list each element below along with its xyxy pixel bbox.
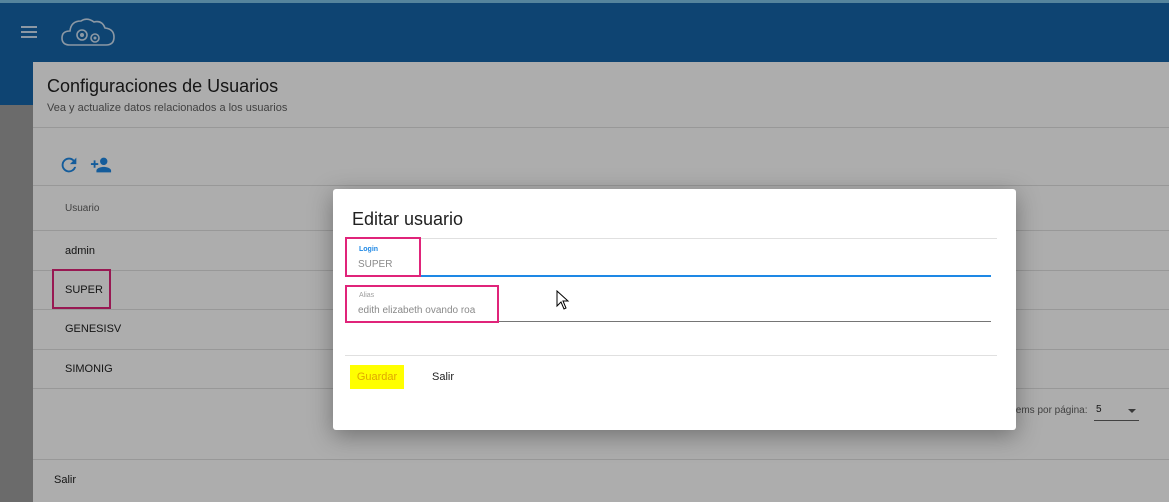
guardar-button[interactable]: Guardar xyxy=(350,365,404,389)
login-underline xyxy=(346,275,991,277)
divider xyxy=(345,238,997,239)
highlight-annotation xyxy=(345,237,421,277)
dialog-title: Editar usuario xyxy=(352,209,464,229)
dialog-salir-button[interactable]: Salir xyxy=(432,371,454,383)
mouse-pointer-icon xyxy=(556,290,570,310)
edit-user-dialog: Editar usuario Login SUPER Alias edith e… xyxy=(333,189,1016,430)
highlight-annotation xyxy=(345,285,499,323)
divider xyxy=(345,355,997,356)
